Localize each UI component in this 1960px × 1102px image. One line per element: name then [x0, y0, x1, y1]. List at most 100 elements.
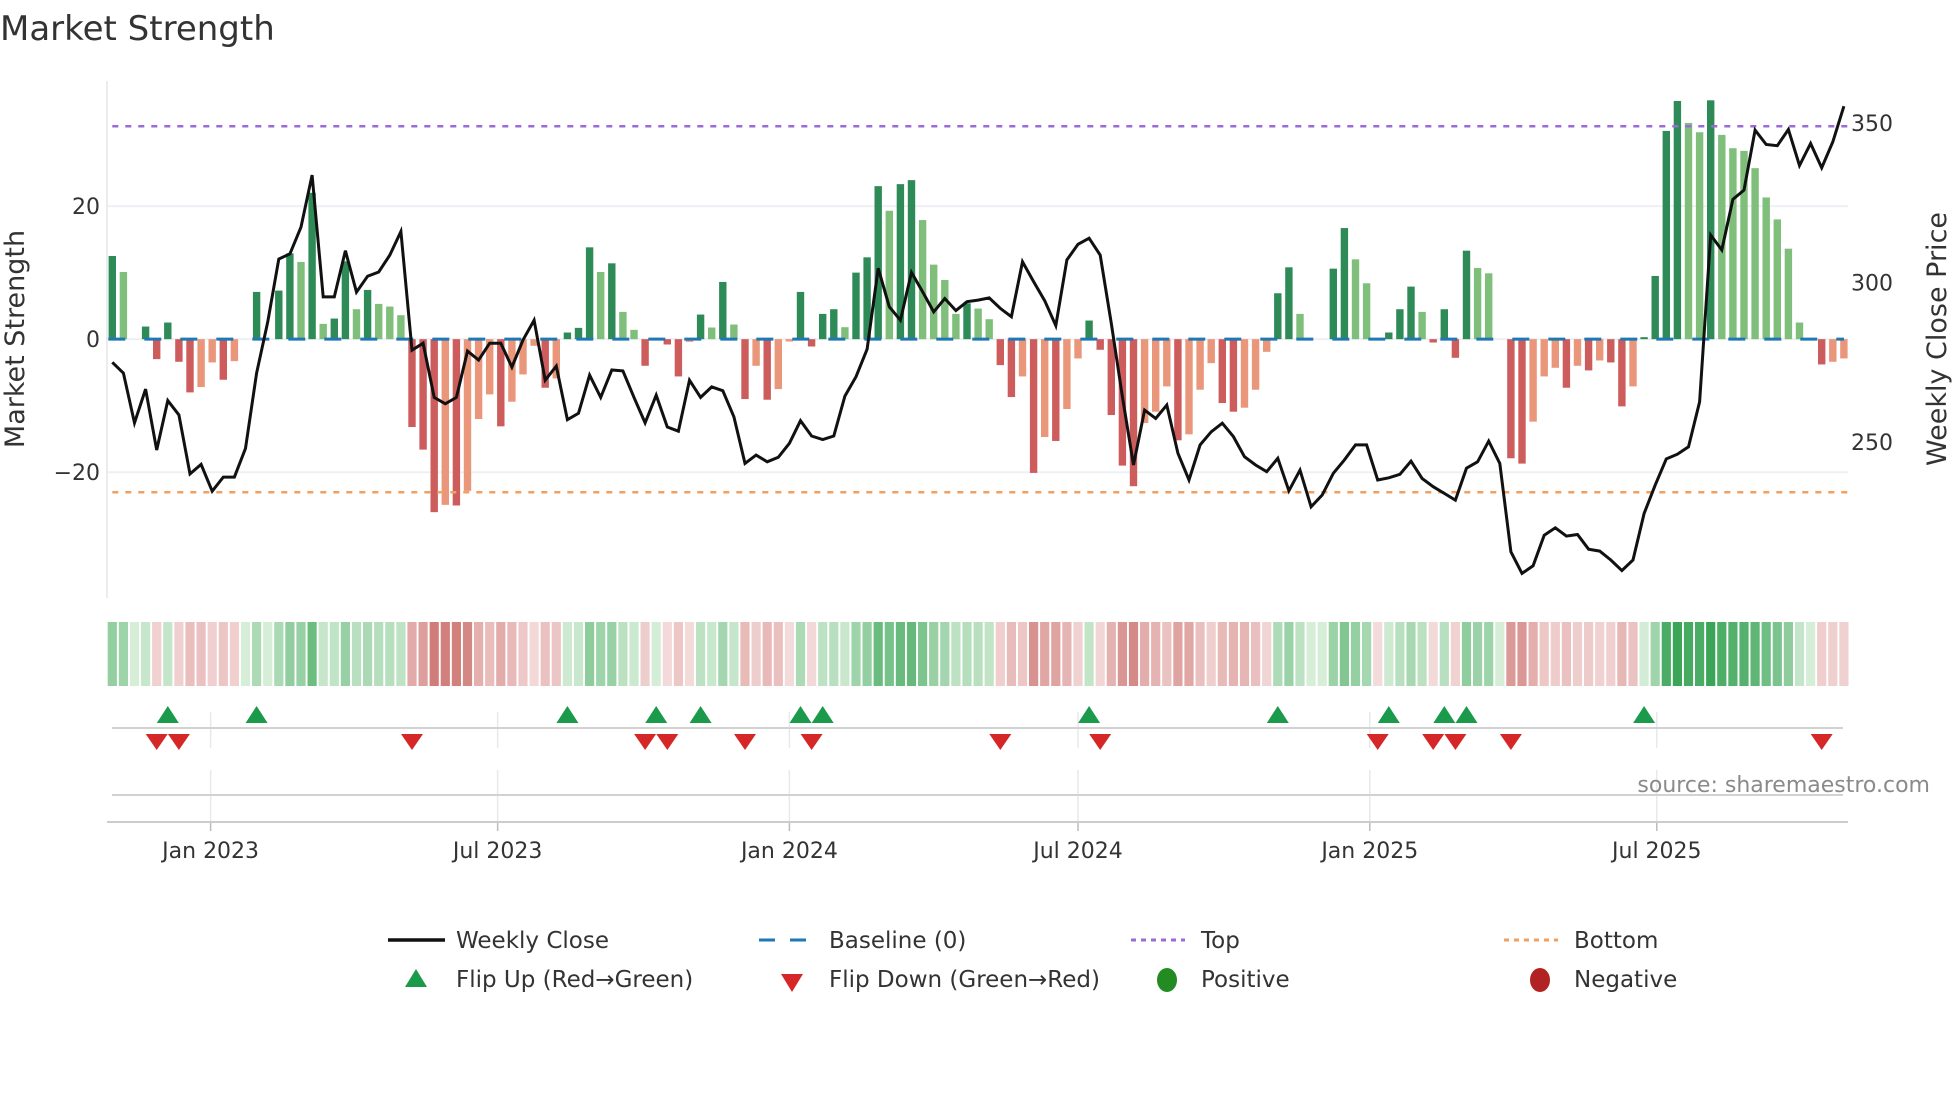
- strip-cell: [684, 622, 695, 686]
- strip-cell: [607, 622, 617, 686]
- legend-item-positive[interactable]: Positive: [1157, 967, 1290, 993]
- strip-cell: [984, 622, 994, 686]
- strip-cell: [318, 622, 328, 686]
- strip-cell: [1650, 622, 1660, 686]
- strength-bar: [874, 186, 882, 340]
- flip-up-marker: [1455, 706, 1478, 723]
- flip-up-marker: [1377, 706, 1400, 723]
- strip-cell: [1128, 622, 1139, 686]
- strip-cell: [1528, 622, 1538, 686]
- flip-down-marker: [634, 734, 657, 750]
- strip-cell: [1728, 622, 1738, 686]
- strength-bar: [197, 339, 205, 388]
- strip-cell: [1006, 622, 1016, 686]
- strip-cell: [296, 622, 306, 686]
- strip-cell: [1328, 622, 1338, 686]
- strip-cell: [385, 622, 395, 686]
- strip-cell: [285, 622, 295, 686]
- strip-cell: [562, 622, 572, 686]
- strip-cell: [252, 622, 262, 686]
- strength-bar: [1063, 339, 1071, 410]
- strength-bar: [719, 281, 727, 340]
- strip-cell: [474, 622, 484, 686]
- strength-bar: [752, 339, 760, 366]
- strip-cell: [1628, 622, 1638, 686]
- legend-item-negative[interactable]: Negative: [1530, 967, 1677, 993]
- legend-label: Flip Down (Green→Red): [829, 967, 1100, 993]
- strength-bars: [108, 100, 1848, 513]
- strip-cell: [1373, 622, 1383, 686]
- flip-down-marker: [401, 734, 423, 750]
- strip-cell: [851, 622, 861, 686]
- strength-bar: [674, 339, 683, 377]
- legend-item-flip-up[interactable]: Flip Up (Red→Green): [405, 967, 693, 993]
- strength-bar: [1263, 339, 1271, 352]
- strength-bar: [108, 255, 116, 340]
- strength-bar: [1429, 339, 1437, 343]
- strip-cell: [762, 622, 772, 686]
- strip-cell: [1062, 622, 1072, 686]
- legend-item-flip-down[interactable]: Flip Down (Green→Red): [781, 967, 1100, 993]
- strip-cell: [174, 622, 184, 686]
- strip-cell: [1140, 622, 1150, 686]
- strip-cell: [1350, 622, 1361, 686]
- strength-bar: [1207, 339, 1215, 364]
- strip-cell: [918, 622, 928, 686]
- strength-bar: [1551, 339, 1559, 368]
- strip-cell: [1251, 622, 1261, 686]
- legend-item-bottom[interactable]: Bottom: [1504, 928, 1658, 954]
- legend-item-weekly-close[interactable]: Weekly Close: [388, 928, 609, 954]
- strength-bar: [619, 311, 627, 340]
- triangle-down-icon: [781, 974, 803, 992]
- circle-icon: [1530, 968, 1550, 992]
- strip-cell: [229, 622, 239, 686]
- strip-cell: [462, 622, 473, 686]
- strip-cell: [840, 622, 850, 686]
- strength-bar: [774, 339, 782, 390]
- strip-cell: [1639, 622, 1649, 686]
- strip-cell: [1695, 622, 1705, 686]
- strip-cell: [1595, 622, 1605, 686]
- strip-cell: [1750, 622, 1760, 686]
- x-tick-label: Jan 2023: [160, 839, 259, 864]
- strength-bar: [907, 180, 916, 340]
- strip-cell: [784, 622, 794, 686]
- legend-item-baseline[interactable]: Baseline (0): [759, 928, 966, 954]
- strength-bar: [1196, 339, 1204, 390]
- strip-cell: [540, 622, 550, 686]
- strip-cell: [1151, 622, 1161, 686]
- flip-down-marker: [1422, 734, 1445, 750]
- legend-label: Weekly Close: [456, 928, 609, 954]
- strip-cell: [1206, 622, 1216, 686]
- legend-item-top[interactable]: Top: [1131, 928, 1240, 954]
- strength-bar: [1684, 122, 1693, 340]
- strip-cell: [618, 622, 628, 686]
- strength-bar: [341, 261, 350, 340]
- strip-cell: [1284, 622, 1294, 686]
- strip-cell: [1117, 622, 1127, 686]
- strip-cell: [1073, 622, 1083, 686]
- legend: Weekly Close Baseline (0) Top Bottom Fli…: [388, 928, 1677, 993]
- strip-cell: [1817, 622, 1827, 686]
- x-tick-label: Jul 2024: [1031, 839, 1123, 864]
- strip-cell: [1683, 622, 1694, 686]
- strip-cell: [1273, 622, 1283, 686]
- strip-cell: [573, 622, 584, 686]
- strength-bar: [208, 339, 216, 363]
- strength-bar: [574, 327, 583, 340]
- strength-bar: [597, 271, 605, 340]
- strip-cell: [1739, 622, 1749, 686]
- strip-cell: [429, 622, 439, 686]
- x-tick-label: Jan 2025: [1319, 839, 1418, 864]
- strength-bar: [1829, 339, 1837, 362]
- strength-bar: [819, 313, 827, 340]
- strength-bar: [1485, 273, 1493, 340]
- strength-bar: [1529, 339, 1537, 422]
- strip-cell: [518, 622, 528, 686]
- strip-cell: [1761, 622, 1771, 686]
- strip-cell: [807, 622, 817, 686]
- strip-cell: [1239, 622, 1250, 686]
- strength-bar: [1507, 339, 1515, 459]
- strip-cell: [1661, 622, 1671, 686]
- strip-cell: [1794, 622, 1805, 686]
